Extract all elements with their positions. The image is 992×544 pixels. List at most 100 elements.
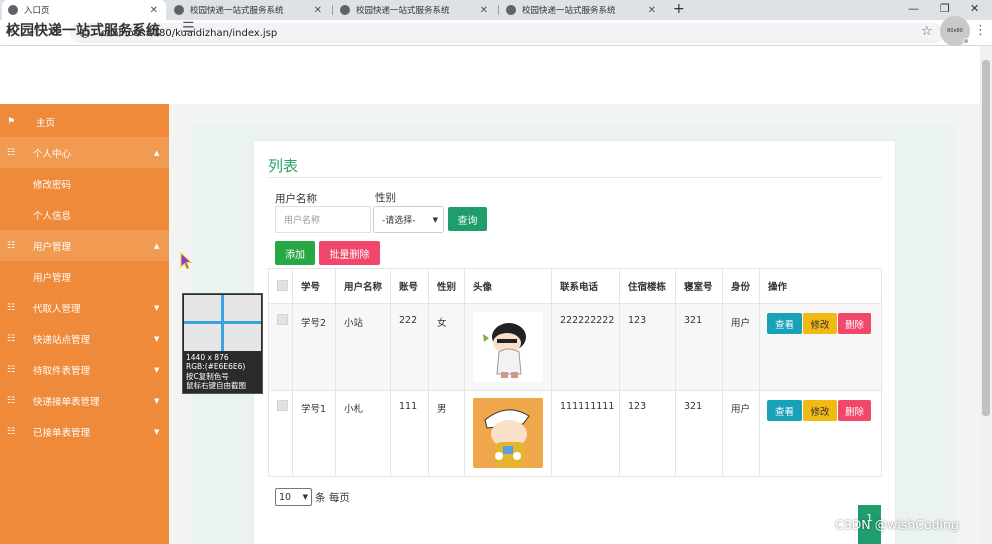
cell-room: 321 bbox=[684, 315, 703, 326]
page-title: 列表 bbox=[268, 157, 299, 175]
chevron-up-icon: ▲ bbox=[154, 148, 160, 157]
col-divider bbox=[428, 268, 429, 477]
col-divider bbox=[759, 268, 760, 477]
watermark: CSDN @wishCoding bbox=[835, 517, 959, 532]
magnifier-rgb-text: RGB:(#E6E6E6) bbox=[186, 362, 246, 371]
sidebar-item-personal-info[interactable]: 个人信息 bbox=[0, 199, 169, 230]
column-header: 用户名称 bbox=[344, 282, 383, 293]
close-window-icon[interactable]: ✕ bbox=[970, 2, 979, 15]
sidebar-item-label: 个人中心 bbox=[33, 148, 72, 160]
browser-tab-3[interactable]: 校园快递一站式服务系统 ✕ bbox=[334, 0, 496, 20]
sidebar-item-label: 代取人管理 bbox=[33, 303, 81, 315]
minimize-icon[interactable]: — bbox=[908, 2, 919, 15]
address-bar[interactable]: i localhost:8080/kuaidizhan/index.jsp bbox=[70, 23, 944, 43]
user-avatar-image bbox=[473, 312, 543, 382]
grid-icon: ☷ bbox=[7, 395, 16, 406]
close-icon[interactable]: ✕ bbox=[648, 5, 656, 16]
sidebar-item-home[interactable]: ⚑ 主页 bbox=[0, 106, 169, 137]
add-button[interactable]: 添加 bbox=[275, 241, 315, 265]
globe-icon bbox=[340, 5, 350, 15]
grid-icon: ☷ bbox=[7, 364, 16, 375]
row-checkbox[interactable] bbox=[277, 400, 288, 411]
crosshair-vertical bbox=[221, 295, 224, 351]
sidebar-item-order-taking-management[interactable]: ☷ 快递接单表管理 ▼ bbox=[0, 385, 169, 416]
tab-separator bbox=[498, 5, 499, 15]
sidebar-item-courier-management[interactable]: ☷ 代取人管理 ▼ bbox=[0, 292, 169, 323]
username-search-input[interactable]: 用户名称 bbox=[275, 206, 371, 233]
sidebar-item-user-management-sub[interactable]: 用户管理 bbox=[0, 261, 169, 292]
cell-room: 321 bbox=[684, 401, 703, 412]
globe-icon bbox=[8, 5, 18, 15]
close-icon[interactable]: ✕ bbox=[480, 5, 488, 16]
grid-icon: ☷ bbox=[7, 240, 16, 251]
gender-select-value: -请选择- bbox=[382, 216, 416, 226]
col-divider bbox=[292, 268, 293, 477]
col-divider bbox=[464, 268, 465, 477]
gender-label: 性别 bbox=[375, 192, 396, 204]
tab-title: 校园快递一站式服务系统 bbox=[190, 6, 284, 16]
column-header: 学号 bbox=[301, 282, 321, 293]
row-checkbox[interactable] bbox=[277, 314, 288, 325]
edit-button[interactable]: 修改 bbox=[803, 313, 837, 334]
sidebar-item-accepted-orders-management[interactable]: ☷ 已接单表管理 ▼ bbox=[0, 416, 169, 447]
query-button[interactable]: 查询 bbox=[448, 207, 487, 231]
sidebar-item-station-management[interactable]: ☷ 快递站点管理 ▼ bbox=[0, 323, 169, 354]
browser-tab-2[interactable]: 校园快递一站式服务系统 ✕ bbox=[168, 0, 330, 20]
column-header: 性别 bbox=[437, 282, 457, 293]
sidebar-item-change-password[interactable]: 修改密码 bbox=[0, 168, 169, 199]
edit-button[interactable]: 修改 bbox=[803, 400, 837, 421]
browser-tab-entry[interactable]: 入口页 ✕ bbox=[2, 0, 166, 20]
view-button[interactable]: 查看 bbox=[767, 313, 802, 334]
close-icon[interactable]: ✕ bbox=[314, 5, 322, 16]
cell-phone: 222222222 bbox=[560, 315, 615, 326]
restore-icon[interactable]: ❐ bbox=[940, 2, 950, 15]
sidebar-item-label: 主页 bbox=[36, 117, 56, 129]
browser-tab-bar: 入口页 ✕ 校园快递一站式服务系统 ✕ 校园快递一站式服务系统 ✕ 校园快递一站… bbox=[0, 0, 992, 20]
app-title: 校园快递一站式服务系统 bbox=[6, 23, 160, 39]
new-tab-button[interactable]: + bbox=[673, 1, 685, 17]
cell-account: 111 bbox=[399, 401, 418, 412]
chevron-down-icon: ▼ bbox=[154, 365, 160, 374]
sidebar-item-label: 用户管理 bbox=[33, 272, 72, 284]
tab-title: 入口页 bbox=[24, 6, 50, 16]
select-all-checkbox[interactable] bbox=[277, 280, 288, 291]
cell-role: 用户 bbox=[731, 318, 751, 329]
hamburger-menu-icon[interactable]: ☰ bbox=[182, 20, 195, 36]
sidebar: ⚑ 主页 ☷ 个人中心 ▲ 修改密码 个人信息 ☷ 用户管理 ▲ 用户管理 ☷ … bbox=[0, 104, 169, 544]
view-button[interactable]: 查看 bbox=[767, 400, 802, 421]
col-divider bbox=[335, 268, 336, 477]
cell-account: 222 bbox=[399, 315, 418, 326]
close-icon[interactable]: ✕ bbox=[150, 5, 158, 16]
column-header: 操作 bbox=[768, 282, 788, 293]
globe-icon bbox=[174, 5, 184, 15]
sidebar-item-label: 修改密码 bbox=[33, 179, 72, 191]
star-icon[interactable]: ☆ bbox=[921, 24, 933, 39]
col-divider bbox=[675, 268, 676, 477]
page-size-label: 条 每页 bbox=[315, 492, 350, 504]
batch-delete-button[interactable]: 批量删除 bbox=[319, 241, 380, 265]
cell-building: 123 bbox=[628, 315, 647, 326]
page-size-value: 10 bbox=[279, 491, 292, 503]
scrollbar-thumb[interactable] bbox=[982, 60, 990, 416]
delete-button[interactable]: 删除 bbox=[838, 400, 871, 421]
chevron-down-icon: ▼ bbox=[432, 215, 438, 224]
browser-tab-4[interactable]: 校园快递一站式服务系统 ✕ bbox=[500, 0, 664, 20]
gender-select[interactable]: -请选择- ▼ bbox=[373, 206, 444, 233]
chevron-down-icon: ▼ bbox=[154, 427, 160, 436]
page-size-select[interactable]: 10 ▼ bbox=[275, 488, 312, 506]
column-header: 住宿楼栋 bbox=[628, 282, 667, 293]
sidebar-item-pickup-management[interactable]: ☷ 待取件表管理 ▼ bbox=[0, 354, 169, 385]
chevron-down-icon: ▼ bbox=[302, 493, 308, 501]
menu-dots-icon[interactable]: ⋮ bbox=[974, 23, 987, 38]
sidebar-item-personal-center[interactable]: ☷ 个人中心 ▲ bbox=[0, 137, 169, 168]
delete-button[interactable]: 删除 bbox=[838, 313, 871, 334]
grid-icon: ☷ bbox=[7, 302, 16, 313]
sidebar-item-user-management[interactable]: ☷ 用户管理 ▲ bbox=[0, 230, 169, 261]
sidebar-item-label: 个人信息 bbox=[33, 210, 72, 222]
cell-gender: 男 bbox=[437, 404, 447, 415]
chevron-down-icon: ▼ bbox=[154, 396, 160, 405]
mouse-cursor-icon bbox=[180, 252, 192, 270]
sidebar-item-label: 待取件表管理 bbox=[33, 365, 91, 377]
col-divider bbox=[619, 268, 620, 477]
grid-icon: ☷ bbox=[7, 147, 16, 158]
